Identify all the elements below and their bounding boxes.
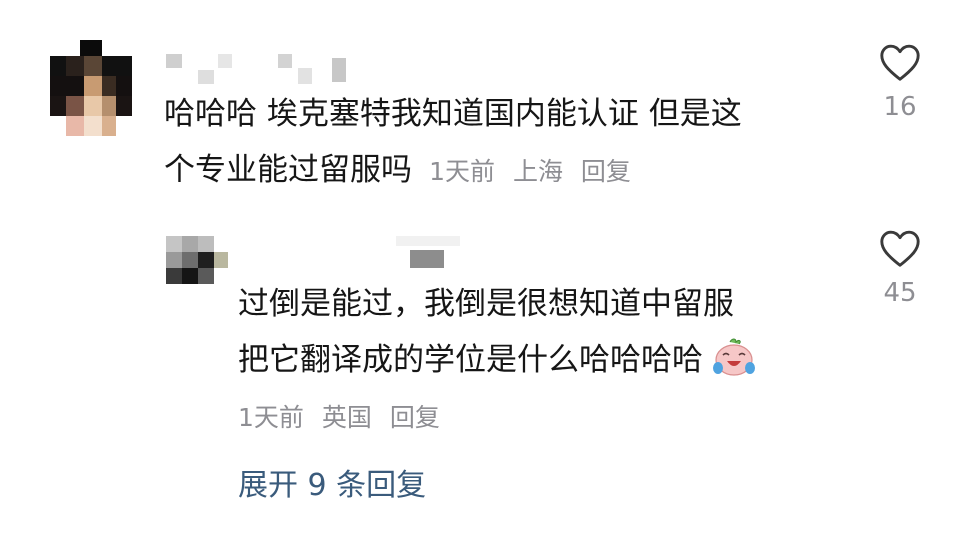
comment-location: 上海 <box>512 157 563 186</box>
comment-time: 1天前 <box>429 157 495 186</box>
comment-text-line2-row: 个专业能过留服吗 1天前 上海 回复 <box>164 152 641 188</box>
reply-reply-button[interactable]: 回复 <box>390 403 440 432</box>
laughing-crying-emoji-icon <box>713 338 756 376</box>
reply-location: 英国 <box>321 403 372 432</box>
reply-text-line2-row: 把它翻译成的学位是什么哈哈哈哈 <box>238 338 756 378</box>
reply-like-button[interactable]: 45 <box>870 228 930 308</box>
comment-text-line1: 哈哈哈 埃克塞特我知道国内能认证 但是这 <box>164 96 742 132</box>
avatar[interactable] <box>50 40 132 136</box>
reply-like-count: 45 <box>883 278 917 308</box>
comment-text-line2: 个专业能过留服吗 <box>164 152 412 188</box>
heart-outline-icon[interactable] <box>878 228 922 268</box>
reply-avatar[interactable] <box>166 236 232 284</box>
reply-text-line1: 过倒是能过，我倒是很想知道中留服 <box>238 286 734 322</box>
heart-outline-icon[interactable] <box>878 42 922 82</box>
reply-time: 1天前 <box>238 403 304 432</box>
comment-reply-button[interactable]: 回复 <box>581 157 631 186</box>
comment-like-button[interactable]: 16 <box>870 42 930 122</box>
username-redacted[interactable] <box>166 54 356 84</box>
reply-username-redacted[interactable] <box>396 236 466 272</box>
comment-like-count: 16 <box>883 92 917 122</box>
reply-text-line2: 把它翻译成的学位是什么哈哈哈哈 <box>238 342 703 378</box>
expand-replies-button[interactable]: 展开 9 条回复 <box>238 460 426 504</box>
reply-meta: 1天前 英国 回复 <box>238 398 450 434</box>
comment-meta: 1天前 上海 回复 <box>429 157 641 186</box>
